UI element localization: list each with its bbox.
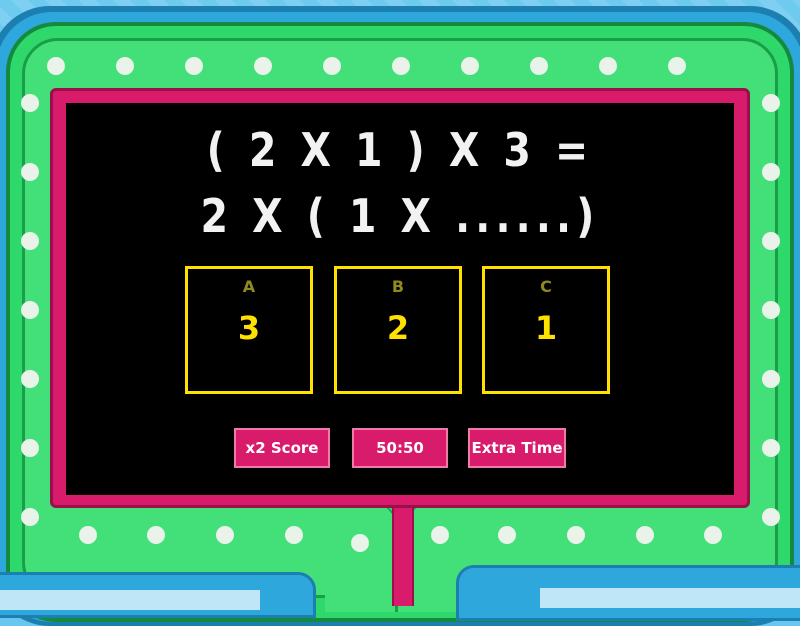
marquee-light [21,508,39,526]
marquee-light [431,526,449,544]
marquee-light [147,526,165,544]
marquee-light [21,439,39,457]
marquee-light [351,534,369,552]
marquee-light [762,439,780,457]
marquee-light [47,57,65,75]
marquee-light [79,526,97,544]
answer-c[interactable]: C 1 [482,266,610,394]
marquee-light [21,301,39,319]
marquee-light [762,301,780,319]
marquee-light [762,232,780,250]
answer-letter: A [242,277,256,296]
bottom-right-stripe [540,588,800,608]
marquee-light [21,94,39,112]
extra-time-button[interactable]: Extra Time [468,428,566,468]
marquee-light [116,57,134,75]
marquee-light [762,163,780,181]
answer-value: 3 [237,309,261,347]
marquee-light [668,57,686,75]
question-line-2: 2 X ( 1 X ......) [200,189,600,243]
answer-value: 1 [534,309,558,347]
marquee-light [567,526,585,544]
marquee-light [762,94,780,112]
game-board: ( 2 X 1 ) X 3 = 2 X ( 1 X ......) A 3 B … [66,103,734,495]
answer-value: 2 [386,309,410,347]
answer-letter: B [391,277,405,296]
marquee-light [599,57,617,75]
double-score-button[interactable]: x2 Score [234,428,330,468]
fifty-fifty-button[interactable]: 50:50 [352,428,448,468]
answer-a[interactable]: A 3 [185,266,313,394]
answer-letter: C [540,277,552,296]
marquee-light [185,57,203,75]
marquee-light [762,370,780,388]
marquee-light [254,57,272,75]
marquee-light [636,526,654,544]
marquee-light [498,526,516,544]
marquee-light [285,526,303,544]
marquee-light [21,370,39,388]
marquee-light [216,526,234,544]
marquee-light [21,232,39,250]
bottom-left-stripe [0,590,260,610]
question-line-1: ( 2 X 1 ) X 3 = [206,123,594,177]
marquee-light [530,57,548,75]
marquee-light [762,508,780,526]
marquee-light [323,57,341,75]
answer-b[interactable]: B 2 [334,266,462,394]
marquee-light [392,57,410,75]
marquee-light [461,57,479,75]
marquee-light [704,526,722,544]
marquee-light [21,163,39,181]
